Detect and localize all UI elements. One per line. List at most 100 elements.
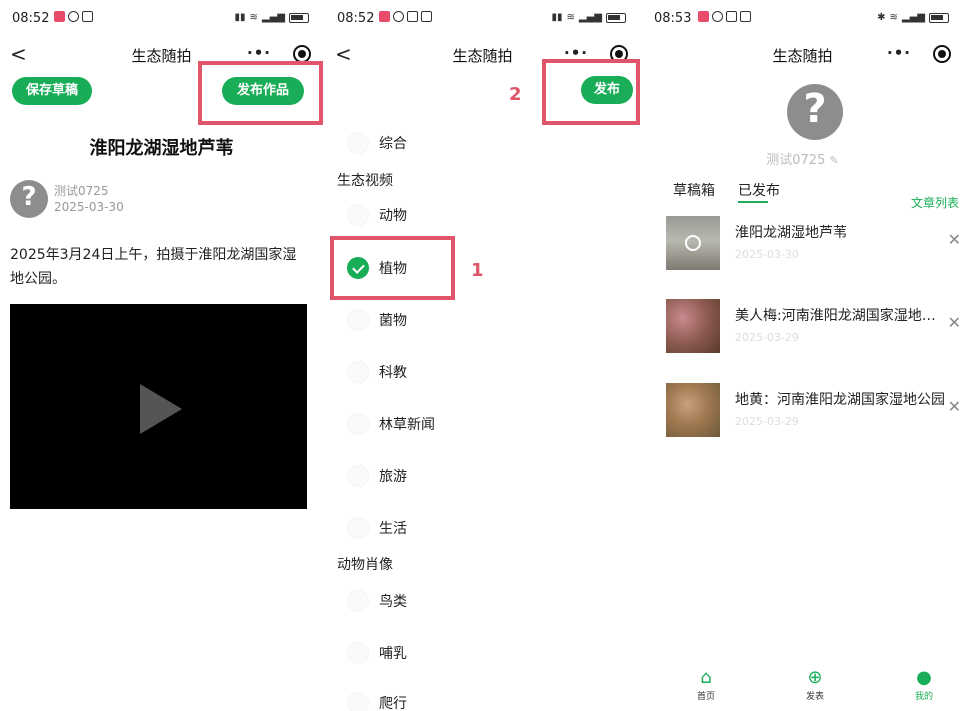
play-icon	[685, 235, 701, 251]
category-option-travel[interactable]: 旅游	[347, 465, 407, 487]
list-item[interactable]: 美人梅:河南淮阳龙湖国家湿地公园 2025-03-29 ✕	[666, 299, 961, 359]
more-icon[interactable]: ·•·	[247, 44, 271, 62]
save-draft-button[interactable]: 保存草稿	[12, 77, 92, 105]
app-notification-icon	[698, 11, 709, 22]
cellular-icon: ▂▄▆	[578, 12, 602, 23]
category-option-mammals[interactable]: 哺乳	[347, 642, 407, 664]
category-label: 菌物	[379, 313, 407, 329]
category-option-birds[interactable]: 鸟类	[347, 590, 407, 612]
system-icons: ▮▮ ≋ ▂▄▆	[552, 12, 626, 23]
category-label: 生活	[379, 521, 407, 537]
battery-icon	[606, 12, 626, 23]
eye-icon	[68, 11, 79, 22]
category-label: 鸟类	[379, 594, 407, 610]
article-date: 2025-03-30	[54, 200, 124, 214]
category-option-forest-news[interactable]: 林草新闻	[347, 413, 435, 435]
item-date: 2025-03-29	[735, 331, 799, 344]
plus-circle-icon: ⊕	[807, 667, 823, 688]
notification-icons	[54, 11, 93, 22]
avatar: ?	[10, 180, 48, 218]
radio-button[interactable]	[347, 132, 369, 154]
system-icons: ✱ ≋ ▂▄▆	[877, 12, 949, 23]
highlight-box-publish	[542, 59, 640, 125]
nfc-icon	[82, 11, 93, 22]
radio-button[interactable]	[347, 413, 369, 435]
profile-screen: 08:53 ✱ ≋ ▂▄▆ 生态随拍 ·•· ? 测试0725 ✎ 草稿箱 已发…	[642, 0, 963, 711]
tabbar-label: 我的	[914, 692, 933, 702]
category-label: 旅游	[379, 469, 407, 485]
cellular-icon: ▂▄▆	[261, 12, 285, 23]
screens-container: 08:52 ▮▮ ≋ ▂▄▆ < 生态随拍 ·•· 保存草稿 发布作品 淮阳龙湖…	[0, 0, 963, 711]
article-list-link[interactable]: 文章列表	[911, 194, 959, 211]
item-title: 美人梅:河南淮阳龙湖国家湿地公园	[735, 308, 945, 324]
category-option-science[interactable]: 科教	[347, 361, 407, 383]
battery-icon	[929, 12, 949, 23]
username[interactable]: 测试0725 ✎	[642, 149, 963, 168]
category-label: 动物	[379, 208, 407, 224]
tabbar-home[interactable]: ⌂ 首页	[686, 667, 726, 702]
article-title: 淮阳龙湖湿地芦苇	[89, 138, 234, 159]
tabbar-label: 首页	[696, 692, 715, 702]
user-icon: ●	[916, 667, 932, 688]
category-option-general[interactable]: 综合	[347, 132, 407, 154]
username-text: 测试0725	[766, 153, 826, 168]
category-label: 哺乳	[379, 646, 407, 662]
close-miniprogram-icon[interactable]	[933, 45, 951, 63]
category-option-fungi[interactable]: 菌物	[347, 309, 407, 331]
edit-icon[interactable]: ✎	[830, 154, 839, 167]
article-body: 2025年3月24日上午，拍摄于淮阳龙湖国家湿地公园。	[10, 247, 297, 287]
radio-button[interactable]	[347, 642, 369, 664]
step-label-2: 2	[509, 84, 522, 105]
item-title: 地黄：河南淮阳龙湖国家湿地公园	[735, 392, 945, 408]
more-icon[interactable]: ·•·	[887, 44, 911, 62]
bluetooth-icon: ✱	[877, 12, 886, 23]
app-notification-icon	[379, 11, 390, 22]
play-icon[interactable]	[140, 384, 182, 434]
radio-button[interactable]	[347, 204, 369, 226]
radio-button[interactable]	[347, 692, 369, 711]
status-bar: 08:52 ▮▮ ≋ ▂▄▆	[0, 0, 323, 36]
nfc-icon	[421, 11, 432, 22]
close-icon[interactable]: ✕	[948, 313, 961, 332]
category-label: 林草新闻	[379, 417, 435, 433]
list-item[interactable]: 地黄：河南淮阳龙湖国家湿地公园 2025-03-29 ✕	[666, 383, 961, 443]
tab-published[interactable]: 已发布	[738, 180, 780, 200]
list-item[interactable]: 淮阳龙湖湿地芦苇 2025-03-30 ✕	[666, 216, 961, 276]
radio-button[interactable]	[347, 517, 369, 539]
tabbar-label: 发表	[805, 692, 824, 702]
item-title: 淮阳龙湖湿地芦苇	[735, 225, 847, 241]
status-bar: 08:53 ✱ ≋ ▂▄▆	[642, 0, 963, 36]
category-label: 综合	[379, 136, 407, 152]
radio-button[interactable]	[347, 590, 369, 612]
category-option-animals[interactable]: 动物	[347, 204, 407, 226]
category-label: 爬行	[379, 696, 407, 711]
category-group-animal-portrait: 动物肖像	[337, 557, 393, 573]
nav-title: 生态随拍	[772, 47, 833, 65]
category-group-eco-video: 生态视频	[337, 173, 393, 189]
category-label: 科教	[379, 365, 407, 381]
home-icon: ⌂	[700, 667, 712, 688]
radio-button[interactable]	[347, 465, 369, 487]
video-player[interactable]	[10, 304, 307, 509]
radio-button[interactable]	[347, 309, 369, 331]
item-date: 2025-03-29	[735, 415, 799, 428]
video-thumbnail	[666, 216, 720, 270]
close-icon[interactable]: ✕	[948, 230, 961, 249]
app-notification-icon	[54, 11, 65, 22]
nfc-icon	[740, 11, 751, 22]
tabbar-post[interactable]: ⊕ 发表	[795, 667, 835, 702]
bottom-tab-bar: ⌂ 首页 ⊕ 发表 ● 我的	[642, 663, 963, 711]
cellular-icon: ▂▄▆	[901, 12, 925, 23]
tab-drafts[interactable]: 草稿箱	[673, 180, 715, 200]
signal-icon: ▮▮	[234, 12, 246, 23]
status-time: 08:53	[654, 11, 692, 26]
category-select-screen: 08:52 ▮▮ ≋ ▂▄▆ < 生态随拍 ·•· 2 发布 综合 生态视频 动…	[325, 0, 640, 711]
avatar[interactable]: ?	[787, 84, 843, 140]
close-icon[interactable]: ✕	[948, 397, 961, 416]
category-option-reptiles[interactable]: 爬行	[347, 692, 407, 711]
wifi-icon: ≋	[249, 12, 258, 23]
radio-button[interactable]	[347, 361, 369, 383]
image-thumbnail	[666, 299, 720, 353]
category-option-life[interactable]: 生活	[347, 517, 407, 539]
tabbar-mine[interactable]: ● 我的	[904, 667, 944, 702]
